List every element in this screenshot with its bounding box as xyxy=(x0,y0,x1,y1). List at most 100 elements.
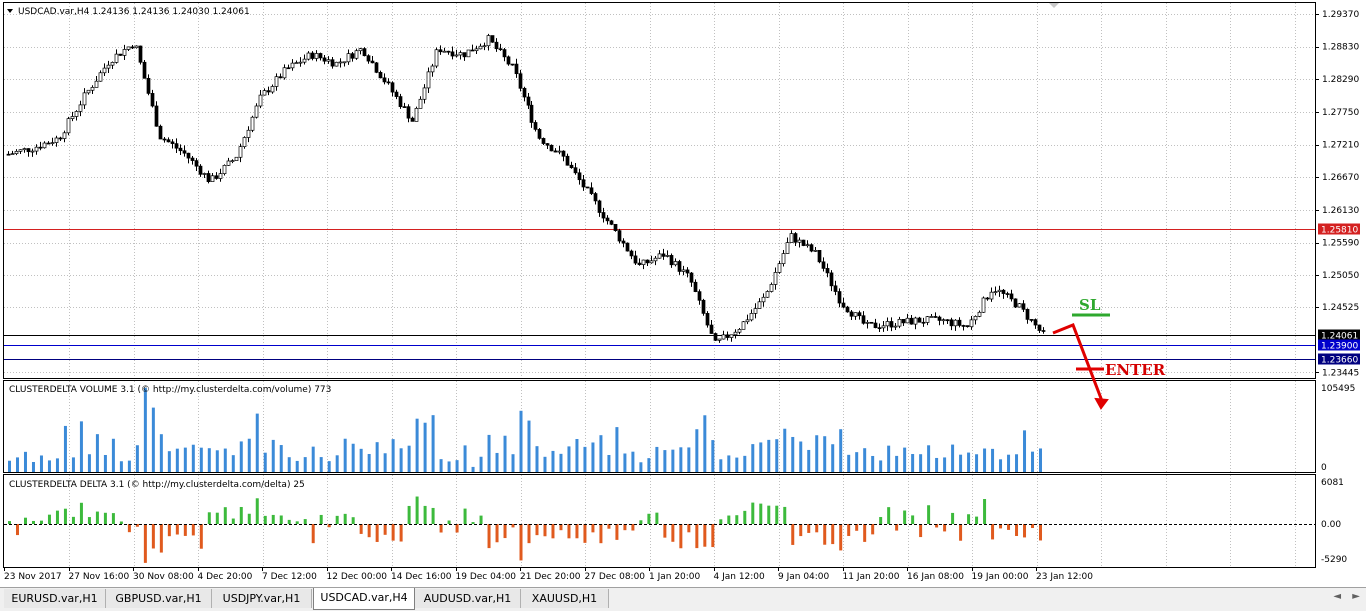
candle-body xyxy=(470,49,475,52)
candle-body xyxy=(246,129,251,138)
candle-body xyxy=(326,59,331,62)
volume-bar xyxy=(743,455,747,472)
candle-body xyxy=(38,146,43,149)
candle-body xyxy=(70,116,75,119)
candle-body xyxy=(110,62,115,66)
candle-body xyxy=(278,76,283,79)
candle-body xyxy=(701,299,706,314)
volume-bar xyxy=(1007,454,1011,472)
delta-bar-negative xyxy=(807,524,811,533)
volume-bar xyxy=(983,448,987,472)
volume-bar xyxy=(687,447,691,472)
time-tick-label: 23 Nov 2017 xyxy=(4,572,62,582)
volume-bar xyxy=(855,452,859,472)
candle-body xyxy=(1009,293,1014,300)
tab-gbpusd[interactable]: GBPUSD.var,H1 xyxy=(106,589,212,608)
candle-body xyxy=(66,118,71,134)
tab-usdjpy[interactable]: USDJPY.var,H1 xyxy=(212,589,312,608)
tab-audusd[interactable]: AUDUSD.var,H1 xyxy=(415,589,521,608)
candle-body xyxy=(1037,324,1042,331)
candle-body xyxy=(62,132,67,139)
candle-body xyxy=(1013,298,1018,308)
volume-bar xyxy=(183,447,187,472)
candle-body xyxy=(382,77,387,83)
volume-bar xyxy=(103,454,107,472)
volume-bar xyxy=(967,452,971,472)
candle-body xyxy=(761,296,766,303)
delta-bar-negative xyxy=(871,524,875,535)
volume-bar xyxy=(271,439,275,472)
candle-body xyxy=(537,129,542,139)
chart-symbol-ohlc: USDCAD.var,H4 1.24136 1.24136 1.24030 1.… xyxy=(18,7,250,17)
main-price-panel[interactable] xyxy=(3,2,1316,379)
candle-body xyxy=(322,57,327,62)
volume-bar xyxy=(71,457,75,472)
candle-body xyxy=(725,334,730,338)
volume-bar xyxy=(95,434,99,472)
tab-scroll-right-icon[interactable]: ► xyxy=(1352,591,1360,602)
chart-window[interactable]: 1.29370 1.28830 1.28290 1.27750 1.27210 1.266… xyxy=(0,0,1366,611)
volume-bar xyxy=(463,445,467,472)
volume-bar xyxy=(879,460,883,472)
price-tick-label: 1.28830 xyxy=(1322,43,1359,53)
candle-body xyxy=(697,291,702,301)
volume-bar xyxy=(39,455,43,472)
candle-body xyxy=(78,104,83,112)
volume-bar xyxy=(231,455,235,472)
volume-bar xyxy=(607,454,611,472)
volume-bar xyxy=(999,459,1003,472)
candle-body xyxy=(474,48,479,52)
candle-body xyxy=(929,316,934,318)
delta-bar-negative xyxy=(175,524,179,535)
candle-body xyxy=(865,321,870,324)
delta-bar-positive xyxy=(719,519,723,524)
price-tick-label: 1.24525 xyxy=(1322,303,1359,313)
candle-body xyxy=(621,240,626,244)
volume-bar xyxy=(767,439,771,472)
candle-body xyxy=(549,144,554,152)
volume-bar xyxy=(279,445,283,472)
price-tick-label: 1.26670 xyxy=(1322,173,1359,183)
candle-body xyxy=(330,59,335,67)
delta-bar-negative xyxy=(1015,524,1019,536)
delta-bar-positive xyxy=(887,507,891,524)
volume-bar xyxy=(951,444,955,472)
candle-body xyxy=(218,173,223,179)
candle-body xyxy=(302,58,307,63)
volume-bar xyxy=(127,460,131,472)
delta-bar-negative xyxy=(599,524,603,544)
time-tick-label: 27 Nov 16:00 xyxy=(69,572,130,582)
delta-bar-negative xyxy=(359,524,363,534)
delta-bar-positive xyxy=(271,514,275,524)
candle-body xyxy=(426,71,431,89)
tab-scroll-left-icon[interactable]: ◄ xyxy=(1333,591,1341,602)
delta-bar-positive xyxy=(343,513,347,524)
candle-body xyxy=(46,142,51,145)
candle-body xyxy=(853,312,858,317)
delta-bar-positive xyxy=(303,519,307,524)
volume-bar xyxy=(327,461,331,472)
candle-body xyxy=(6,153,11,156)
tab-xauusd[interactable]: XAUUSD,H1 xyxy=(521,589,609,608)
volume-bar xyxy=(191,444,195,472)
volume-bar xyxy=(495,452,499,472)
delta-bar-negative xyxy=(487,524,491,549)
candle-body xyxy=(965,325,970,328)
volume-bar xyxy=(623,453,627,472)
delta-bar-positive xyxy=(8,521,11,524)
candle-body xyxy=(42,142,47,149)
candle-body xyxy=(190,157,195,161)
delta-bar-negative xyxy=(143,524,147,563)
candle-body xyxy=(266,90,271,93)
candle-body xyxy=(354,50,359,59)
candle-body xyxy=(713,333,718,341)
chart-canvas[interactable]: 1.29370 1.28830 1.28290 1.27750 1.27210 1.266… xyxy=(0,0,1366,587)
delta-bar-positive xyxy=(415,496,419,524)
volume-bar xyxy=(527,420,531,472)
candle-body xyxy=(925,316,930,323)
tab-eurusd[interactable]: EURUSD.var,H1 xyxy=(4,589,106,608)
tab-usdcad[interactable]: USDCAD.var,H4 xyxy=(313,588,415,610)
volume-bar xyxy=(423,422,427,472)
candle-body xyxy=(522,87,527,98)
delta-bar-positive xyxy=(31,520,35,524)
